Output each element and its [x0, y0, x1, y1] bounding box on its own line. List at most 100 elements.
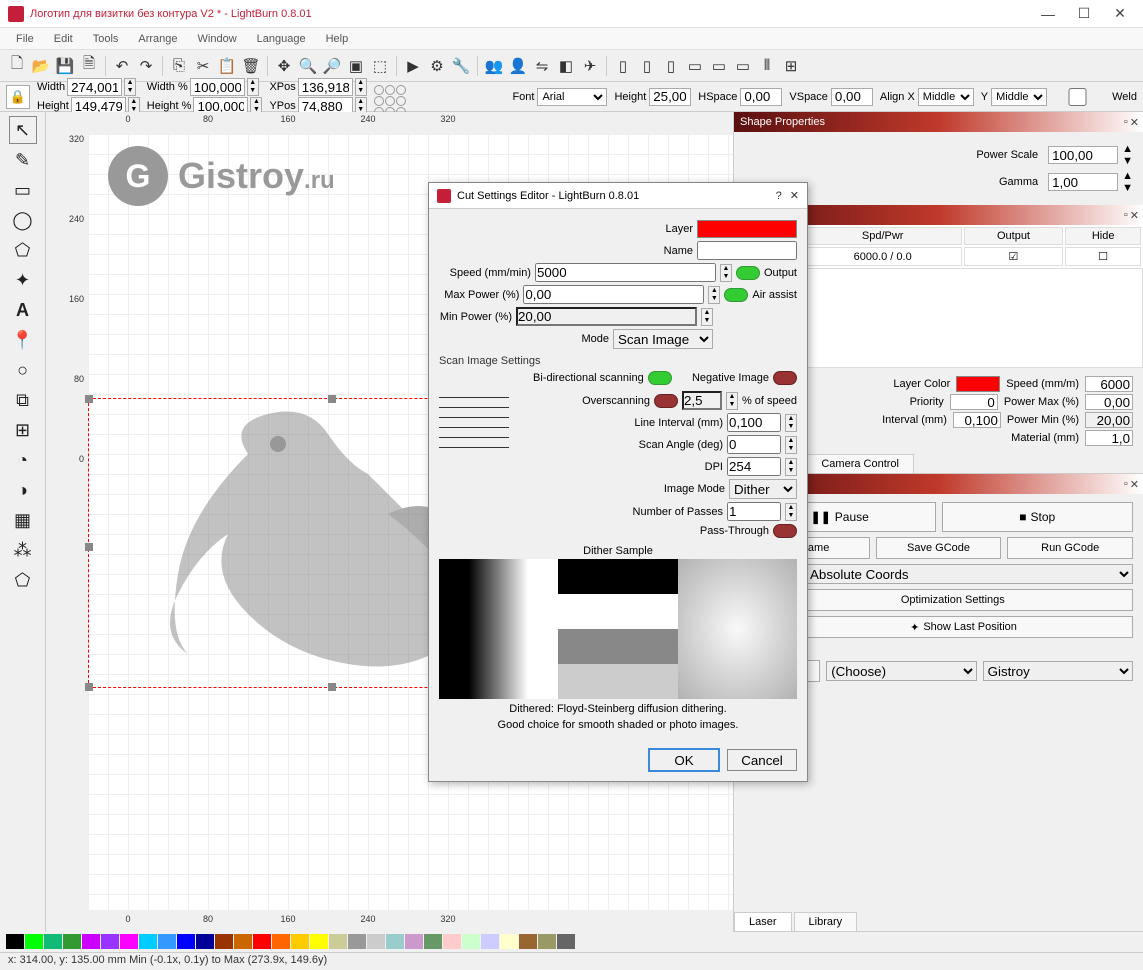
color-swatch[interactable] [348, 934, 366, 949]
passthrough-toggle[interactable] [773, 524, 797, 538]
dlg-minp-input[interactable] [516, 307, 697, 326]
color-swatch[interactable] [63, 934, 81, 949]
sang-input[interactable] [727, 435, 781, 454]
color-swatch[interactable] [253, 934, 271, 949]
tab-camera[interactable]: Camera Control [806, 454, 914, 473]
minimize-button[interactable]: — [1033, 2, 1063, 26]
pmin-input[interactable] [1085, 412, 1133, 428]
color-swatch[interactable] [481, 934, 499, 949]
boolean-tool-icon[interactable]: ◔ [9, 446, 37, 474]
cluster-tool-icon[interactable]: ⁂ [9, 536, 37, 564]
shape-properties-header[interactable]: Shape Properties ▫✕ [734, 112, 1143, 132]
send-icon[interactable]: ✈ [579, 55, 601, 77]
color-swatch[interactable] [424, 934, 442, 949]
offset-tool-icon[interactable]: ⧉ [9, 386, 37, 414]
xpos-input[interactable] [298, 78, 353, 96]
align-top-icon[interactable]: ▭ [684, 55, 706, 77]
origin-selector[interactable] [374, 85, 410, 109]
font-select[interactable]: Arial [537, 88, 607, 106]
layer-color-swatch[interactable] [956, 376, 1000, 392]
array-tool-icon[interactable]: ⊞ [9, 416, 37, 444]
ellipse-tool-icon[interactable]: ◯ [9, 206, 37, 234]
imode-select[interactable]: Dither [729, 479, 797, 499]
color-swatch[interactable] [405, 934, 423, 949]
close-button[interactable]: ✕ [1105, 2, 1135, 26]
layer-color[interactable] [697, 220, 797, 238]
menu-tools[interactable]: Tools [85, 31, 127, 47]
color-swatch[interactable] [367, 934, 385, 949]
color-swatch[interactable] [234, 934, 252, 949]
zoom-in-icon[interactable]: 🔍 [297, 55, 319, 77]
panel-pin-icon[interactable]: ▫ [1124, 116, 1128, 129]
color-swatch[interactable] [310, 934, 328, 949]
color-swatch[interactable] [6, 934, 24, 949]
speed-input[interactable] [1085, 376, 1133, 392]
shape-tool-icon[interactable]: ⬠ [9, 566, 37, 594]
ok-button[interactable]: OK [649, 749, 719, 771]
marker-tool-icon[interactable]: 📍 [9, 326, 37, 354]
menu-window[interactable]: Window [190, 31, 245, 47]
color-swatch[interactable] [101, 934, 119, 949]
cancel-button[interactable]: Cancel [727, 749, 797, 771]
color-swatch[interactable] [519, 934, 537, 949]
flip-h-icon[interactable]: ⇋ [531, 55, 553, 77]
edit-nodes-icon[interactable]: ✦ [9, 266, 37, 294]
tab-laser[interactable]: Laser [734, 912, 792, 931]
dialog-help-button[interactable]: ? [776, 190, 782, 202]
dpi-input[interactable] [727, 457, 781, 476]
mirror-icon[interactable]: ◧ [555, 55, 577, 77]
name-input[interactable] [697, 241, 797, 260]
xpos-spinner[interactable]: ▲▼ [355, 78, 367, 96]
tab-library[interactable]: Library [794, 912, 858, 931]
power-scale-input[interactable] [1048, 146, 1118, 164]
copy-icon[interactable]: ⎘ [168, 55, 190, 77]
weld-checkbox[interactable] [1050, 88, 1105, 106]
wpct-spinner[interactable]: ▲▼ [247, 78, 259, 96]
over-input[interactable] [682, 391, 722, 410]
device-select[interactable]: (Choose) [826, 661, 976, 681]
material-input[interactable] [1085, 430, 1133, 446]
color-swatch[interactable] [557, 934, 575, 949]
open-icon[interactable]: 📂 [30, 55, 52, 77]
zoom-out-icon[interactable]: 🔎 [321, 55, 343, 77]
vspace-input[interactable] [831, 88, 873, 106]
color-swatch[interactable] [386, 934, 404, 949]
ungroup-icon[interactable]: 👤 [507, 55, 529, 77]
color-swatch[interactable] [329, 934, 347, 949]
color-swatch[interactable] [462, 934, 480, 949]
optimization-button[interactable]: Optimization Settings [773, 589, 1133, 611]
dlg-maxp-input[interactable] [523, 285, 704, 304]
aligny-select[interactable]: Middle [991, 88, 1047, 106]
select-tool-icon[interactable]: ↖ [9, 116, 37, 144]
zoom-fit-icon[interactable]: ▣ [345, 55, 367, 77]
color-swatch[interactable] [139, 934, 157, 949]
color-swatch[interactable] [44, 934, 62, 949]
text-tool-icon[interactable]: A [9, 296, 37, 324]
group-icon[interactable]: 👥 [483, 55, 505, 77]
rect-tool-icon[interactable]: ▭ [9, 176, 37, 204]
move-icon[interactable]: ✥ [273, 55, 295, 77]
menu-edit[interactable]: Edit [46, 31, 81, 47]
pen-tool-icon[interactable]: ✎ [9, 146, 37, 174]
alignx-select[interactable]: Middle [918, 88, 974, 106]
menu-help[interactable]: Help [318, 31, 357, 47]
color-swatch[interactable] [158, 934, 176, 949]
start-from-select[interactable]: Absolute Coords [805, 564, 1133, 584]
redo-icon[interactable]: ↷ [135, 55, 157, 77]
align-middle-icon[interactable]: ▭ [708, 55, 730, 77]
align-left-icon[interactable]: ▯ [612, 55, 634, 77]
dialog-close-button[interactable]: ✕ [790, 189, 799, 202]
interval-input[interactable] [953, 412, 1001, 428]
circle-tool-icon[interactable]: ○ [9, 356, 37, 384]
delete-icon[interactable]: 🗑 [240, 55, 262, 77]
distribute-icon[interactable]: ⫴ [756, 55, 778, 77]
mode-select[interactable]: Scan Image [613, 329, 713, 349]
save-gcode-button[interactable]: Save GCode [876, 537, 1002, 559]
npass-input[interactable] [727, 502, 781, 521]
polygon-tool-icon[interactable]: ⬠ [9, 236, 37, 264]
device-settings-icon[interactable]: 🔧 [450, 55, 472, 77]
menu-file[interactable]: File [8, 31, 42, 47]
menu-arrange[interactable]: Arrange [130, 31, 185, 47]
cut-icon[interactable]: ✂ [192, 55, 214, 77]
color-swatch[interactable] [177, 934, 195, 949]
